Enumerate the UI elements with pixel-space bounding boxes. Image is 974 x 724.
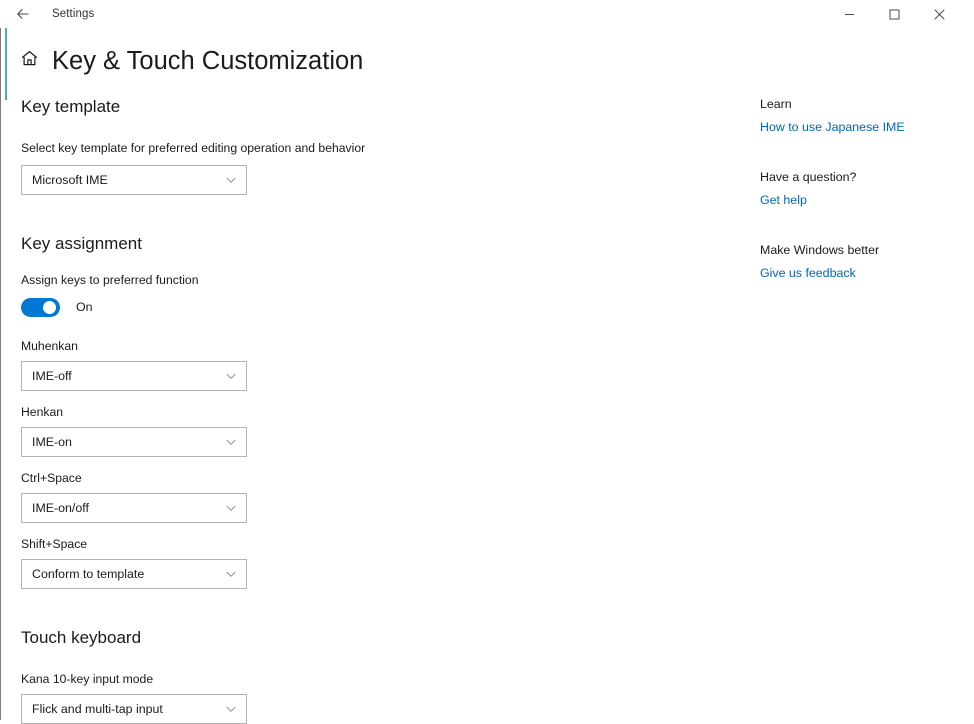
muhenkan-dropdown-value: IME-off bbox=[22, 369, 72, 383]
field-label-kana-10-key: Kana 10-key input mode bbox=[21, 671, 641, 687]
close-button[interactable] bbox=[917, 0, 962, 28]
henkan-dropdown-value: IME-on bbox=[22, 435, 72, 449]
field-label-shift-space: Shift+Space bbox=[21, 536, 641, 552]
chevron-down-icon bbox=[225, 428, 237, 456]
assign-keys-toggle[interactable] bbox=[21, 298, 60, 317]
ctrl-space-dropdown[interactable]: IME-on/off bbox=[21, 493, 247, 523]
field-label-henkan: Henkan bbox=[21, 404, 641, 420]
section-key-template: Key template Select key template for pre… bbox=[21, 96, 641, 195]
title-bar: Settings bbox=[0, 0, 974, 28]
field-label-ctrl-space: Ctrl+Space bbox=[21, 470, 641, 486]
maximize-icon bbox=[889, 9, 900, 20]
window-left-border bbox=[0, 0, 1, 720]
section-heading-touch-keyboard: Touch keyboard bbox=[21, 627, 641, 649]
rail-group-learn: Learn How to use Japanese IME bbox=[760, 96, 960, 136]
section-touch-keyboard: Touch keyboard Kana 10-key input mode Fl… bbox=[21, 627, 641, 724]
right-rail: Learn How to use Japanese IME Have a que… bbox=[760, 96, 960, 282]
chevron-down-icon bbox=[225, 560, 237, 588]
rail-heading-make-windows-better: Make Windows better bbox=[760, 242, 960, 259]
chevron-down-icon bbox=[225, 494, 237, 522]
ctrl-space-dropdown-value: IME-on/off bbox=[22, 501, 89, 515]
rail-heading-learn: Learn bbox=[760, 96, 960, 113]
home-icon bbox=[20, 49, 39, 68]
shift-space-dropdown-value: Conform to template bbox=[22, 567, 144, 581]
key-template-description: Select key template for preferred editin… bbox=[21, 140, 641, 156]
key-assignment-toggle-row: On bbox=[21, 298, 641, 317]
field-label-muhenkan: Muhenkan bbox=[21, 338, 641, 354]
chevron-down-icon bbox=[225, 362, 237, 390]
key-template-dropdown[interactable]: Microsoft IME bbox=[21, 165, 247, 195]
titlebar-title: Settings bbox=[52, 0, 94, 28]
rail-heading-have-a-question: Have a question? bbox=[760, 169, 960, 186]
home-button[interactable] bbox=[18, 47, 40, 69]
settings-content: Key template Select key template for pre… bbox=[21, 96, 641, 724]
page-title: Key & Touch Customization bbox=[52, 40, 363, 82]
link-get-help[interactable]: Get help bbox=[760, 192, 807, 209]
section-key-assignment: Key assignment Assign keys to preferred … bbox=[21, 233, 641, 589]
toggle-thumb bbox=[43, 301, 56, 314]
muhenkan-dropdown[interactable]: IME-off bbox=[21, 361, 247, 391]
kana-10-key-dropdown-value: Flick and multi-tap input bbox=[22, 702, 163, 716]
assign-keys-toggle-state: On bbox=[76, 298, 93, 317]
link-how-to-use-japanese-ime[interactable]: How to use Japanese IME bbox=[760, 119, 905, 136]
section-heading-key-template: Key template bbox=[21, 96, 641, 118]
back-button[interactable] bbox=[8, 2, 38, 26]
rail-group-have-a-question: Have a question? Get help bbox=[760, 169, 960, 209]
minimize-icon bbox=[844, 9, 855, 20]
maximize-button[interactable] bbox=[872, 0, 917, 28]
rail-group-make-windows-better: Make Windows better Give us feedback bbox=[760, 242, 960, 282]
key-template-dropdown-value: Microsoft IME bbox=[22, 173, 108, 187]
chevron-down-icon bbox=[225, 166, 237, 194]
chevron-down-icon bbox=[225, 695, 237, 723]
key-assignment-toggle-label: Assign keys to preferred function bbox=[21, 272, 641, 288]
close-icon bbox=[934, 9, 945, 20]
link-give-us-feedback[interactable]: Give us feedback bbox=[760, 265, 856, 282]
settings-window: Settings bbox=[0, 0, 974, 720]
section-heading-key-assignment: Key assignment bbox=[21, 233, 641, 255]
henkan-dropdown[interactable]: IME-on bbox=[21, 427, 247, 457]
back-arrow-icon bbox=[15, 6, 31, 22]
shift-space-dropdown[interactable]: Conform to template bbox=[21, 559, 247, 589]
minimize-button[interactable] bbox=[827, 0, 872, 28]
